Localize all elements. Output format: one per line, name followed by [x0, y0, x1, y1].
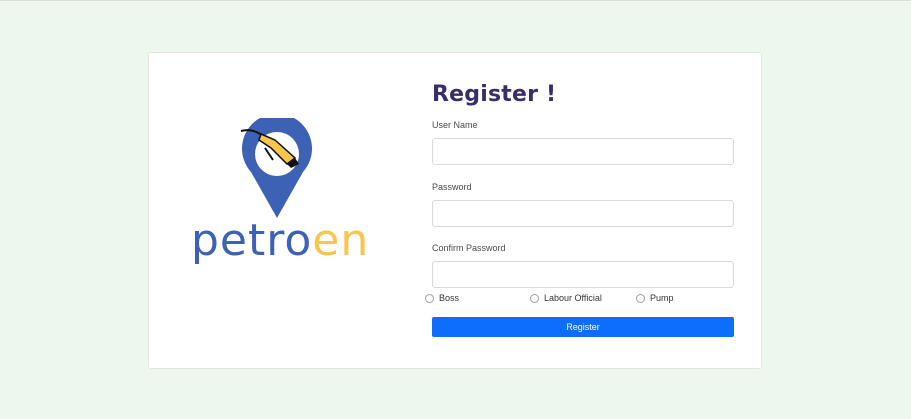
radio-labour-official-label: Labour Official	[544, 293, 602, 303]
username-label: User Name	[432, 120, 478, 130]
role-radio-group: Boss Labour Official Pump	[425, 291, 745, 305]
brand-wordmark-part2: en	[312, 215, 370, 266]
brand-wordmark-part1: petro	[191, 215, 313, 266]
username-input[interactable]	[432, 138, 734, 165]
radio-boss-label: Boss	[439, 293, 460, 303]
brand-wordmark: petroen	[191, 219, 368, 263]
top-border	[0, 0, 911, 1]
radio-circle-icon[interactable]	[425, 293, 434, 303]
password-label: Password	[432, 182, 472, 192]
confirm-password-input[interactable]	[432, 261, 734, 288]
radio-boss[interactable]: Boss	[425, 291, 459, 305]
radio-circle-icon[interactable]	[636, 293, 645, 303]
register-card: petroen Register ! User Name Password Co…	[148, 52, 762, 369]
radio-pump-label: Pump	[650, 293, 674, 303]
password-input[interactable]	[432, 200, 734, 227]
radio-labour-official[interactable]: Labour Official	[530, 291, 602, 305]
register-button[interactable]: Register	[432, 317, 734, 337]
radio-circle-icon[interactable]	[530, 293, 539, 303]
fuel-pump-map-pin-icon	[240, 118, 312, 218]
brand-logo: petroen	[191, 118, 368, 278]
radio-pump[interactable]: Pump	[636, 291, 674, 305]
confirm-password-label: Confirm Password	[432, 243, 506, 253]
register-form: Register ! User Name Password Confirm Pa…	[432, 81, 734, 288]
page-title: Register !	[432, 82, 557, 107]
